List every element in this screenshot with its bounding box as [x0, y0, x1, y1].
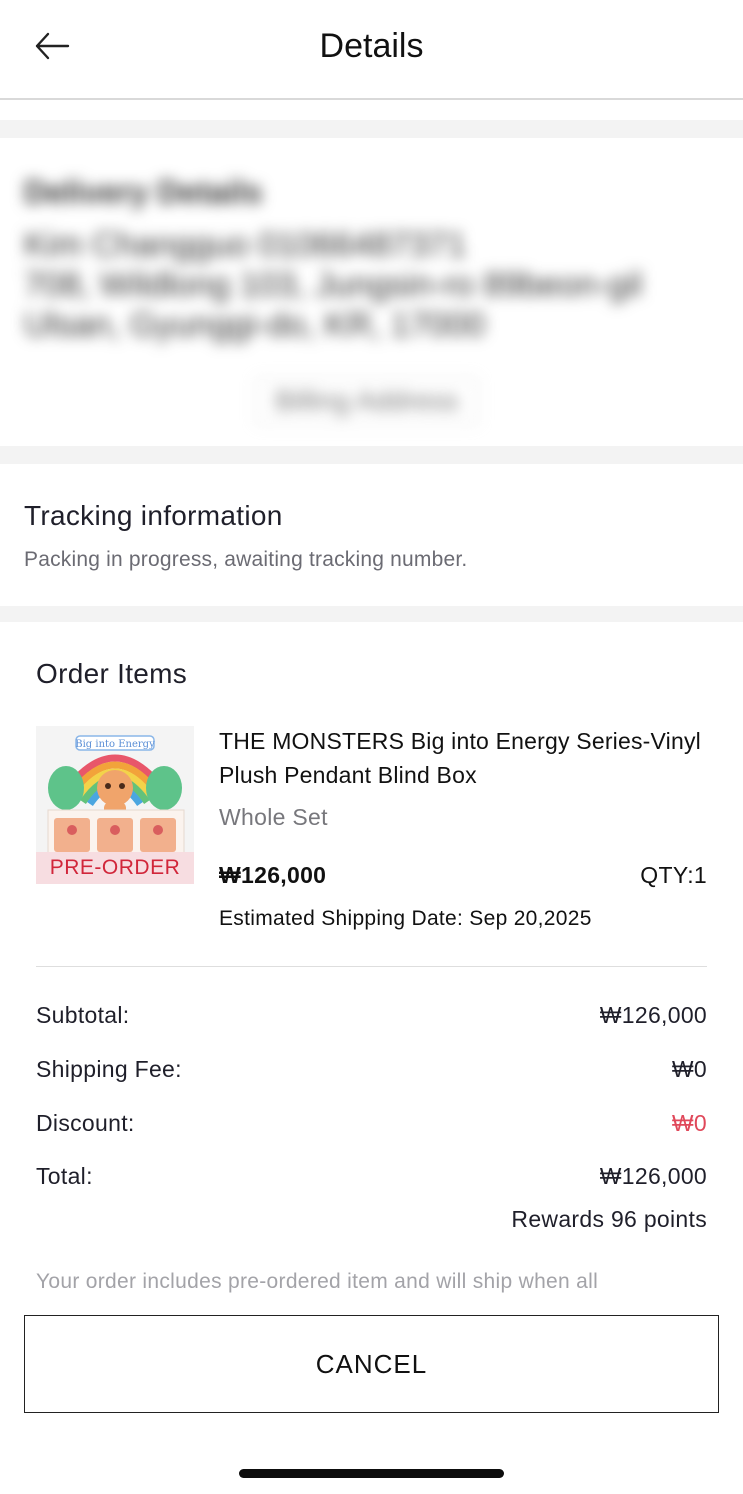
shipping-fee-row: Shipping Fee: ₩0 — [36, 1056, 707, 1086]
section-gap — [0, 446, 743, 464]
subtotal-row: Subtotal: ₩126,000 — [36, 1002, 707, 1032]
product-image[interactable]: Big into Energy PRE-ORDER — [36, 726, 194, 884]
section-gap — [0, 120, 743, 138]
estimated-shipping-date: Estimated Shipping Date: Sep 20,2025 — [219, 907, 592, 930]
order-items-title: Order Items — [36, 658, 188, 689]
total-label: Total: — [36, 1163, 93, 1189]
section-gap — [0, 606, 743, 622]
total-row: Total: ₩126,000 — [36, 1163, 707, 1193]
cancel-button[interactable]: CANCEL — [24, 1315, 719, 1413]
discount-row: Discount: ₩0 — [36, 1110, 707, 1140]
tracking-section: Tracking information Packing in progress… — [0, 464, 743, 606]
shipping-fee-value: ₩0 — [671, 1056, 707, 1082]
product-logo-text: Big into Energy — [75, 739, 155, 750]
product-name[interactable]: THE MONSTERS Big into Energy Series-Viny… — [219, 724, 709, 792]
preorder-badge: PRE-ORDER — [36, 852, 194, 884]
delivery-address-line: Ulsan, Gyunggi-do, KR, 17000 — [24, 306, 486, 344]
tracking-status: Packing in progress, awaiting tracking n… — [24, 548, 468, 571]
home-indicator — [239, 1469, 504, 1478]
page-title: Details — [319, 27, 424, 65]
delivery-address-line: 708, Wildlong 103, Jungsin-ro 89beon-gil — [24, 266, 643, 304]
rewards-points: Rewards 96 points — [511, 1206, 707, 1232]
billing-address-button[interactable]: Billing Address — [256, 378, 478, 424]
divider — [36, 966, 707, 967]
product-price: ₩126,000 — [219, 862, 327, 888]
tracking-title: Tracking information — [24, 500, 283, 531]
product-quantity: QTY:1 — [640, 862, 707, 888]
discount-value: ₩0 — [671, 1110, 707, 1136]
discount-label: Discount: — [36, 1110, 135, 1136]
top-bar: Details — [0, 0, 743, 100]
product-variant: Whole Set — [219, 804, 328, 830]
total-value: ₩126,000 — [599, 1163, 707, 1189]
subtotal-value: ₩126,000 — [599, 1002, 707, 1028]
subtotal-label: Subtotal: — [36, 1002, 130, 1028]
shipping-fee-label: Shipping Fee: — [36, 1056, 182, 1082]
delivery-details-title: Delivery Details — [24, 174, 263, 210]
order-details-page: Details Delivery Details Kim Changguo 01… — [0, 0, 743, 1494]
delivery-contact: Kim Changguo 01066487371 — [24, 226, 467, 264]
preorder-note: Your order includes pre-ordered item and… — [36, 1270, 599, 1293]
delivery-details-section: Delivery Details Kim Changguo 0106648737… — [0, 138, 743, 446]
